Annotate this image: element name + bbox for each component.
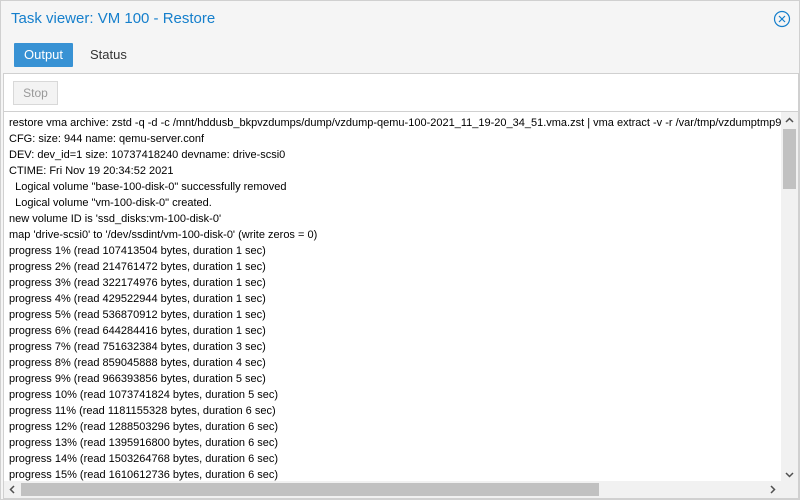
log-line: Logical volume "base-100-disk-0" success… <box>9 181 287 193</box>
window-title: Task viewer: VM 100 - Restore <box>11 10 216 27</box>
tab-output[interactable]: Output <box>14 43 74 67</box>
log-output: restore vma archive: zstd -q -d -c /mnt/… <box>4 112 781 482</box>
vertical-scroll-thumb[interactable] <box>783 129 796 189</box>
log-line: progress 1% (read 107413504 bytes, durat… <box>9 245 266 257</box>
log-line: progress 15% (read 1610612736 bytes, dur… <box>9 469 279 481</box>
log-line: CFG: size: 944 name: qemu-server.conf <box>9 133 205 145</box>
log-line: progress 8% (read 859045888 bytes, durat… <box>9 357 266 369</box>
arrow-up-icon[interactable] <box>781 112 798 129</box>
log-line: DEV: dev_id=1 size: 10737418240 devname:… <box>9 149 286 161</box>
tab-status[interactable]: Status <box>80 43 137 67</box>
log-line: progress 7% (read 751632384 bytes, durat… <box>9 341 266 353</box>
log-line: map 'drive-scsi0' to '/dev/ssdint/vm-100… <box>9 229 318 241</box>
log-line: progress 14% (read 1503264768 bytes, dur… <box>9 453 279 465</box>
log-line: Logical volume "vm-100-disk-0" created. <box>9 197 212 209</box>
log-line: CTIME: Fri Nov 19 20:34:52 2021 <box>9 165 174 177</box>
log-line: progress 13% (read 1395916800 bytes, dur… <box>9 437 279 449</box>
log-line: new volume ID is 'ssd_disks:vm-100-disk-… <box>9 213 222 225</box>
stop-button[interactable]: Stop <box>13 81 58 105</box>
arrow-right-icon[interactable] <box>764 481 781 498</box>
log-line: progress 10% (read 1073741824 bytes, dur… <box>9 389 279 401</box>
log-line: progress 3% (read 322174976 bytes, durat… <box>9 277 266 289</box>
log-line: progress 11% (read 1181155328 bytes, dur… <box>9 405 276 417</box>
log-line: progress 12% (read 1288503296 bytes, dur… <box>9 421 279 433</box>
log-line: progress 4% (read 429522944 bytes, durat… <box>9 293 266 305</box>
log-line: progress 9% (read 966393856 bytes, durat… <box>9 373 266 385</box>
arrow-left-icon[interactable] <box>4 481 21 498</box>
log-line: restore vma archive: zstd -q -d -c /mnt/… <box>9 117 781 129</box>
output-toolbar: Stop <box>4 74 798 112</box>
log-line: progress 6% (read 644284416 bytes, durat… <box>9 325 266 337</box>
tab-bar: Output Status <box>1 39 799 73</box>
vertical-scrollbar[interactable] <box>781 112 798 483</box>
log-line: progress 5% (read 536870912 bytes, durat… <box>9 309 266 321</box>
output-panel: Stop restore vma archive: zstd -q -d -c … <box>3 73 799 499</box>
horizontal-scroll-thumb[interactable] <box>21 483 599 496</box>
close-icon <box>773 10 791 28</box>
close-button[interactable] <box>773 10 791 28</box>
horizontal-scrollbar[interactable] <box>4 481 798 498</box>
task-viewer-window: Task viewer: VM 100 - Restore Output Sta… <box>0 0 800 500</box>
window-titlebar: Task viewer: VM 100 - Restore <box>1 1 799 37</box>
log-line: progress 2% (read 214761472 bytes, durat… <box>9 261 266 273</box>
